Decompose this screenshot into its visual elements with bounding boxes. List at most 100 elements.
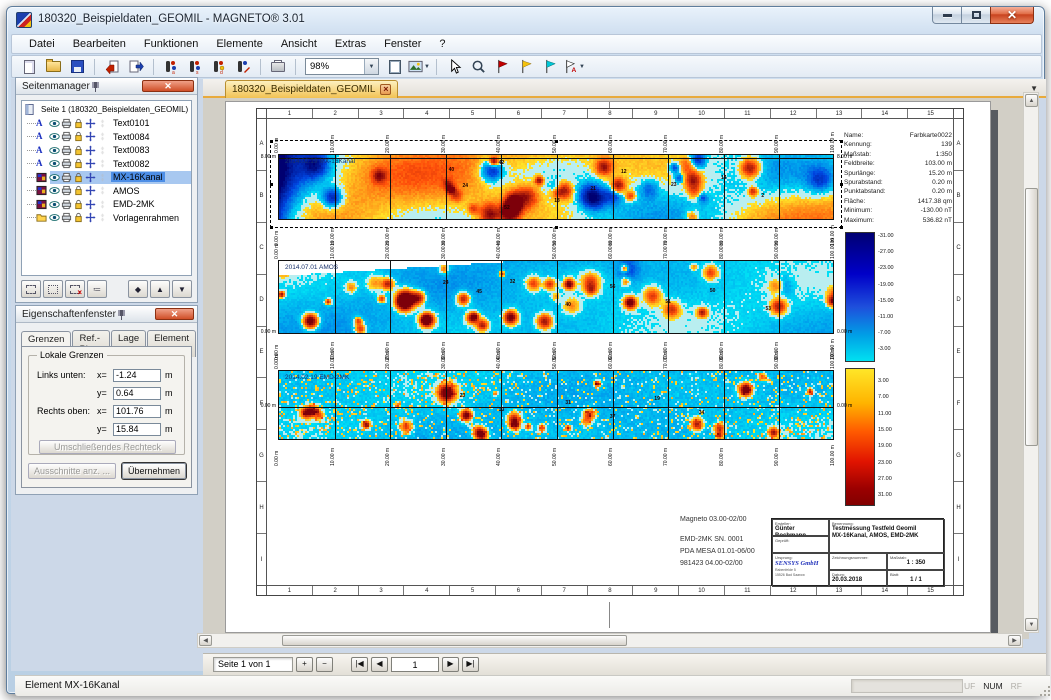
print-layer-icon[interactable]	[61, 118, 73, 129]
page-manager-header[interactable]: Seitenmanager ✕	[16, 78, 197, 95]
selection-handle[interactable]	[270, 226, 273, 229]
scroll-right-icon[interactable]: ▶	[1008, 635, 1021, 646]
move-icon[interactable]	[85, 118, 97, 129]
pin-icon[interactable]	[116, 309, 153, 320]
menu-funktionen[interactable]: Funktionen	[135, 36, 207, 52]
order-icon[interactable]	[97, 158, 109, 169]
apply-button[interactable]: Übernehmen	[122, 463, 186, 479]
export-data-button[interactable]	[125, 57, 147, 77]
horizontal-scroll-thumb[interactable]	[282, 635, 627, 646]
visibility-eye-icon[interactable]	[49, 145, 61, 156]
lock-icon[interactable]	[73, 131, 85, 142]
layer-row-text0083[interactable]: AText0083	[24, 144, 191, 158]
menu-help[interactable]: ?	[430, 36, 454, 52]
list-options-button[interactable]: ≔	[87, 280, 107, 298]
order-icon[interactable]	[97, 212, 109, 223]
image-view-button[interactable]: ▼	[408, 57, 430, 77]
new-document-button[interactable]	[18, 57, 40, 77]
menu-ansicht[interactable]: Ansicht	[272, 36, 326, 52]
x2-field[interactable]	[113, 405, 161, 418]
order-icon[interactable]	[97, 185, 109, 196]
print-layer-icon[interactable]	[61, 158, 73, 169]
selection-handle[interactable]	[555, 140, 558, 143]
minimize-button[interactable]	[932, 7, 962, 24]
lock-icon[interactable]	[73, 199, 85, 210]
visibility-eye-icon[interactable]	[49, 158, 61, 169]
visibility-eye-icon[interactable]	[49, 199, 61, 210]
lock-icon[interactable]	[73, 145, 85, 156]
probe-amos-button[interactable]: s	[184, 57, 206, 77]
open-button[interactable]	[42, 57, 64, 77]
selection-handle[interactable]	[270, 140, 273, 143]
visibility-eye-icon[interactable]	[49, 185, 61, 196]
panel-close-button[interactable]: ✕	[142, 80, 194, 92]
first-page-button[interactable]: |◀	[351, 657, 368, 672]
previous-page-button[interactable]: ◀	[371, 657, 388, 672]
probe-config-button[interactable]	[232, 57, 254, 77]
document-tab[interactable]: 180320_Beispieldaten_GEOMIL ×	[225, 80, 398, 98]
vertical-scrollbar[interactable]: ▲ ▼	[1023, 92, 1039, 633]
select-frame-button[interactable]	[21, 280, 41, 298]
move-icon[interactable]	[85, 212, 97, 223]
order-icon[interactable]	[97, 172, 109, 183]
move-icon[interactable]	[85, 145, 97, 156]
fit-button[interactable]: ◆	[128, 280, 148, 298]
panel-close-button[interactable]: ✕	[155, 308, 194, 320]
chevron-down-icon[interactable]: ▼	[424, 64, 430, 70]
map-strip-3[interactable]: 2014.02.19 EMD-2MK231331371934	[278, 370, 834, 440]
select-contents-button[interactable]	[43, 280, 63, 298]
order-icon[interactable]	[97, 118, 109, 129]
titlebar[interactable]: 180320_Beispieldaten_GEOMIL - MAGNETO® 3…	[7, 7, 1044, 33]
print-layer-icon[interactable]	[61, 172, 73, 183]
remove-page-button[interactable]: −	[316, 657, 333, 672]
select-cursor-button[interactable]	[443, 57, 465, 77]
visibility-eye-icon[interactable]	[49, 212, 61, 223]
map-strip-2[interactable]: 2014.07.01 AMOS2445324056515053	[278, 260, 834, 334]
zoom-level-select[interactable]: 98% ▼	[305, 58, 379, 75]
scroll-up-icon[interactable]: ▲	[1025, 94, 1038, 107]
selection-rectangle[interactable]	[270, 140, 842, 228]
vertical-scroll-thumb[interactable]	[1025, 188, 1038, 446]
scroll-left-icon[interactable]: ◀	[199, 635, 212, 646]
page-number-input[interactable]	[391, 657, 439, 672]
ausschnitte-button[interactable]: Ausschnitte anz. ...	[28, 463, 116, 479]
selection-handle[interactable]	[840, 140, 843, 143]
order-icon[interactable]	[97, 145, 109, 156]
maximize-button[interactable]	[962, 7, 990, 24]
layer-row-text0101[interactable]: AText0101	[24, 117, 191, 131]
zoom-tool-button[interactable]	[467, 57, 489, 77]
menu-extras[interactable]: Extras	[326, 36, 375, 52]
resize-grip[interactable]	[1044, 690, 1046, 692]
move-icon[interactable]	[85, 199, 97, 210]
lock-icon[interactable]	[73, 118, 85, 129]
print-layer-icon[interactable]	[61, 199, 73, 210]
print-layer-icon[interactable]	[61, 212, 73, 223]
probe-emd-button[interactable]: d	[208, 57, 230, 77]
print-layer-icon[interactable]	[61, 185, 73, 196]
properties-header[interactable]: Eigenschaftenfenster ✕	[16, 306, 197, 323]
move-icon[interactable]	[85, 172, 97, 183]
selection-handle[interactable]	[555, 226, 558, 229]
print-button[interactable]	[267, 57, 289, 77]
last-page-button[interactable]: ▶|	[462, 657, 479, 672]
layer-row-vorlagenrahmen[interactable]: Vorlagenrahmen	[24, 211, 191, 225]
layer-row-text0084[interactable]: AText0084	[24, 130, 191, 144]
import-data-button[interactable]	[101, 57, 123, 77]
pin-icon[interactable]	[90, 81, 140, 92]
close-button[interactable]: ✕	[990, 7, 1034, 24]
flag-red-button[interactable]	[491, 57, 513, 77]
move-down-button[interactable]: ▼	[172, 280, 192, 298]
move-up-button[interactable]: ▲	[150, 280, 170, 298]
move-icon[interactable]	[85, 158, 97, 169]
document-canvas[interactable]: 123456789101112131415 123456789101112131…	[203, 98, 1029, 639]
add-page-button[interactable]: +	[296, 657, 313, 672]
selection-handle[interactable]	[840, 226, 843, 229]
chevron-down-icon[interactable]: ▼	[364, 59, 378, 74]
visibility-eye-icon[interactable]	[49, 118, 61, 129]
lock-icon[interactable]	[73, 185, 85, 196]
visibility-eye-icon[interactable]	[49, 131, 61, 142]
layer-row-mx-16kanal[interactable]: MX-16Kanal	[24, 171, 191, 185]
x1-field[interactable]	[113, 369, 161, 382]
lock-icon[interactable]	[73, 158, 85, 169]
print-layer-icon[interactable]	[61, 131, 73, 142]
